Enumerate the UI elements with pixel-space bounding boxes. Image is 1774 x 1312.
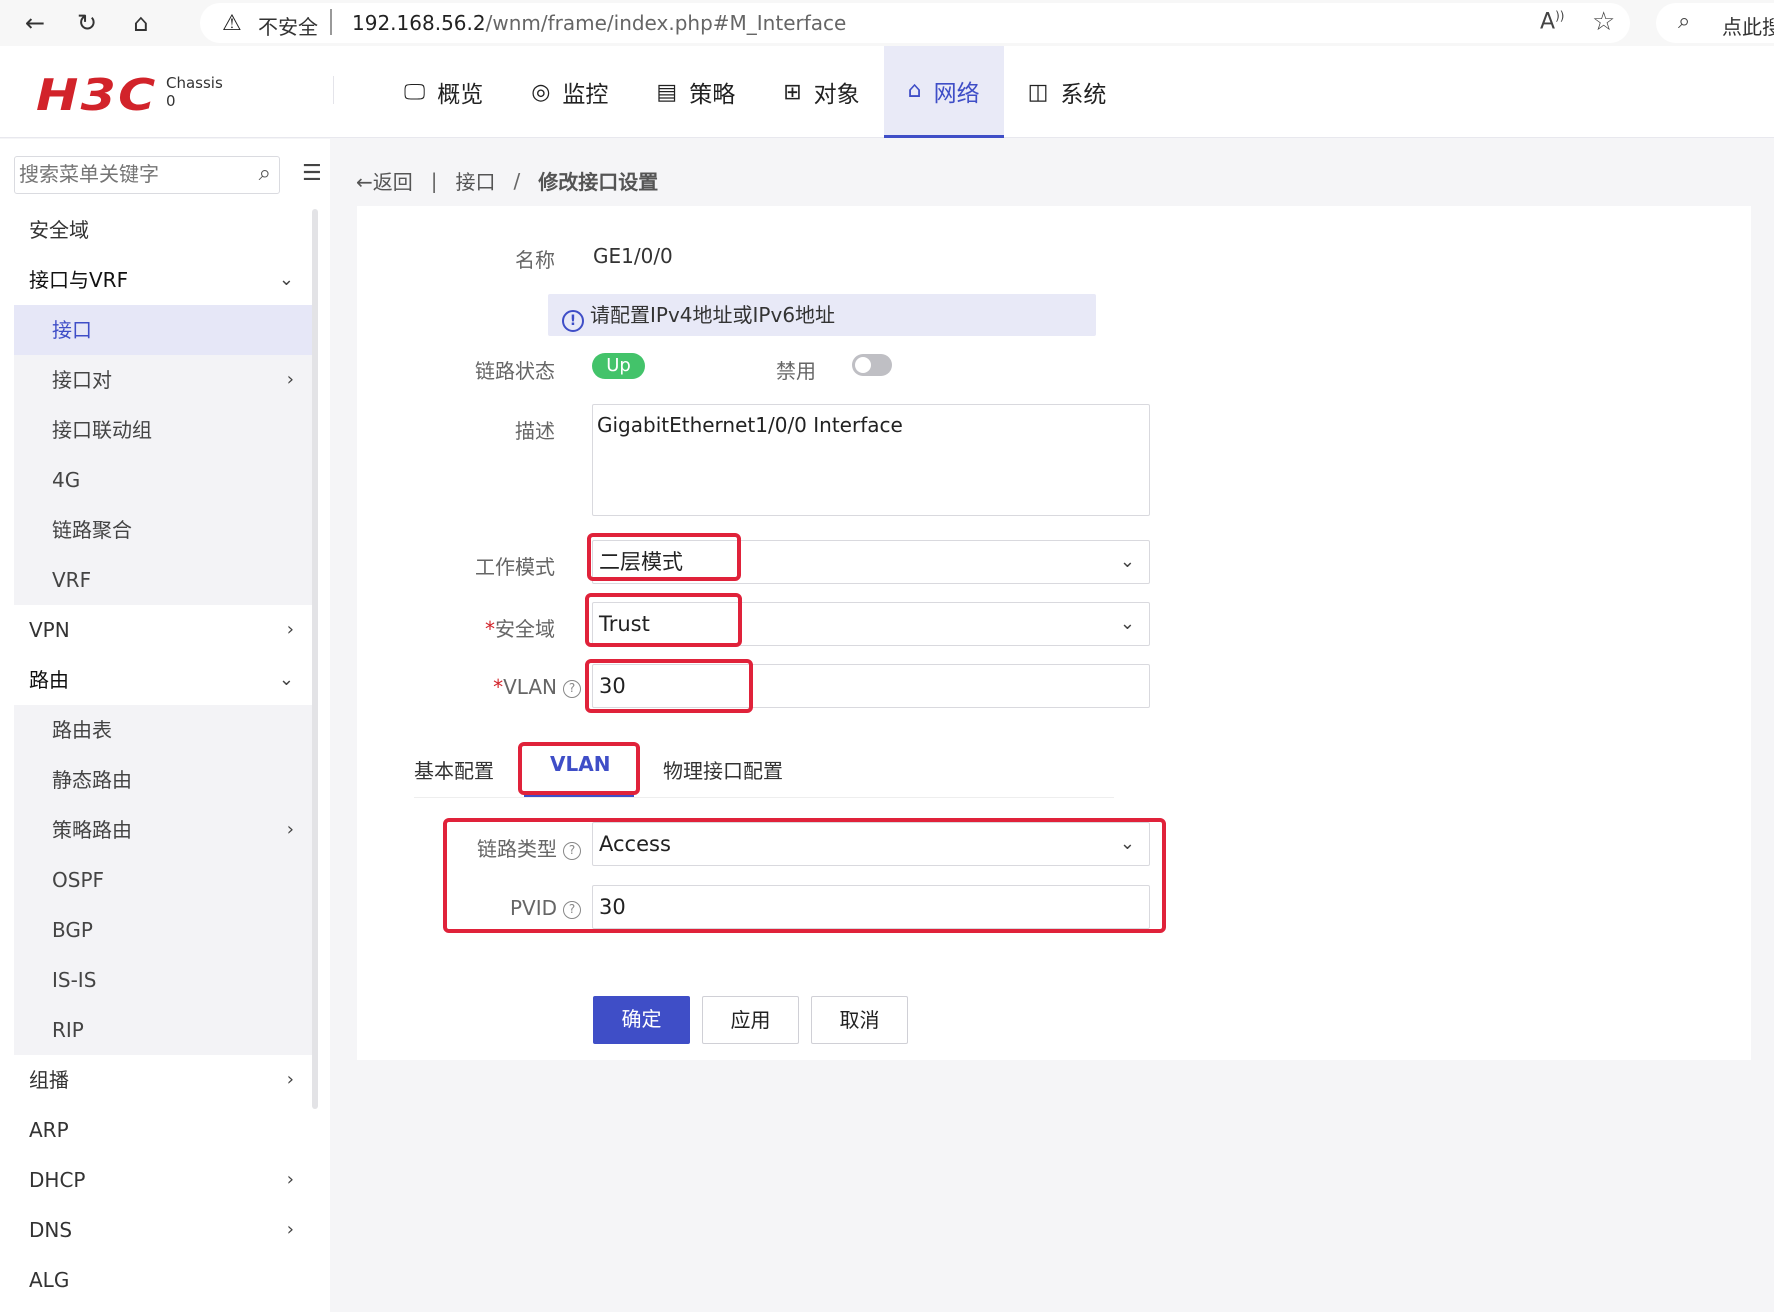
chevron-down-icon: ⌄ xyxy=(278,269,294,290)
back-link[interactable]: ←返回 xyxy=(356,166,413,195)
address-bar[interactable]: ⚠ 不安全 192.168.56.2/wnm/frame/index.php#M… xyxy=(200,3,1630,43)
highlight-security-zone xyxy=(585,593,742,647)
sidebar-item-link-aggregation[interactable]: 链路聚合 xyxy=(14,505,312,555)
menu-search-input[interactable] xyxy=(19,157,239,191)
sidebar-item-dns[interactable]: DNS › xyxy=(14,1205,312,1255)
h3c-logo: H3C xyxy=(36,70,158,121)
warning-icon: ⚠ xyxy=(222,11,242,36)
chevron-right-icon: › xyxy=(286,1169,294,1190)
favorite-star-icon[interactable]: ☆ xyxy=(1592,7,1615,37)
read-aloud-icon[interactable]: A)) xyxy=(1540,9,1564,34)
sidebar-item-arp[interactable]: ARP xyxy=(14,1105,312,1155)
sidebar-item-bgp[interactable]: BGP xyxy=(14,905,312,955)
sidebar-item-ospf[interactable]: OSPF xyxy=(14,855,312,905)
highlight-vlan-settings xyxy=(443,818,1166,933)
sidebar-item-security-zone[interactable]: 安全域 xyxy=(14,205,312,255)
highlight-work-mode xyxy=(587,533,741,581)
tab-basic-config[interactable]: 基本配置 xyxy=(414,755,494,784)
help-icon[interactable]: ? xyxy=(563,680,581,698)
nav-objects[interactable]: ⊞ 对象 xyxy=(759,46,883,138)
sidebar-item-interface-vrf[interactable]: 接口与VRF ⌄ xyxy=(14,255,312,305)
sidebar-item-is-is[interactable]: IS-IS xyxy=(14,955,312,1005)
nav-overview[interactable]: 🖵 概览 xyxy=(380,46,507,138)
search-icon[interactable]: ⌕ xyxy=(259,161,271,186)
sidebar-item-interface[interactable]: 接口 xyxy=(14,305,312,355)
sidebar-item-route-table[interactable]: 路由表 xyxy=(14,705,312,755)
nav-monitor[interactable]: ◎ 监控 xyxy=(507,46,632,138)
sidebar-item-alg[interactable]: ALG xyxy=(14,1255,312,1305)
highlight-vlan xyxy=(585,659,753,713)
nav-system[interactable]: ◫ 系统 xyxy=(1004,46,1131,138)
chevron-down-icon: ⌄ xyxy=(1119,551,1135,572)
highlight-vlan-tab xyxy=(518,742,640,795)
disable-toggle[interactable] xyxy=(852,354,892,376)
apply-button[interactable]: 应用 xyxy=(702,996,799,1044)
chevron-right-icon: › xyxy=(286,1219,294,1240)
breadcrumb: ←返回 | 接口 / 修改接口设置 xyxy=(356,166,658,195)
app-header: H3C Chassis 0 🖵 概览 ◎ 监控 ▤ 策略 ⊞ 对象 ⌂ 网络 ◫ 系统 xyxy=(0,46,1774,138)
collapse-menu-icon[interactable]: ☰ xyxy=(302,161,322,186)
name-value: GE1/0/0 xyxy=(593,244,673,268)
sidebar-item-routing[interactable]: 路由 ⌄ xyxy=(14,655,312,705)
monitor-icon: 🖵 xyxy=(404,79,426,105)
sidebar-item-interface-pair[interactable]: 接口对 › xyxy=(14,355,312,405)
chevron-right-icon: › xyxy=(286,619,294,640)
search-icon: ⌕ xyxy=(1678,9,1691,34)
clipboard-icon: ▤ xyxy=(656,79,678,105)
ok-button[interactable]: 确定 xyxy=(593,996,690,1044)
sidebar-item-4g[interactable]: 4G xyxy=(14,455,312,505)
sidebar-item-dhcp[interactable]: DHCP › xyxy=(14,1155,312,1205)
chevron-right-icon: › xyxy=(286,1069,294,1090)
system-icon: ◫ xyxy=(1027,79,1049,105)
url-text[interactable]: 192.168.56.2/wnm/frame/index.php#M_Inter… xyxy=(352,11,846,35)
address-separator xyxy=(330,9,332,35)
vlan-label: *VLAN? xyxy=(355,675,581,699)
cancel-button[interactable]: 取消 xyxy=(811,996,908,1044)
work-mode-label: 工作模式 xyxy=(475,555,555,579)
link-status-label: 链路状态 xyxy=(475,359,555,383)
network-icon: ⌂ xyxy=(907,78,922,103)
disable-label: 禁用 xyxy=(776,359,816,383)
description-textarea[interactable]: GigabitEthernet1/0/0 Interface xyxy=(592,404,1150,516)
sidebar-item-vrf[interactable]: VRF xyxy=(14,555,312,605)
sidebar-item-multicast[interactable]: 组播 › xyxy=(14,1055,312,1105)
tab-physical-config[interactable]: 物理接口配置 xyxy=(663,755,783,784)
menu-search: ⌕ xyxy=(14,156,280,194)
chevron-down-icon: ⌄ xyxy=(1119,613,1135,634)
nav-policy[interactable]: ▤ 策略 xyxy=(632,46,759,138)
chassis-info: Chassis 0 xyxy=(166,74,223,110)
nav-network[interactable]: ⌂ 网络 xyxy=(883,46,1004,138)
top-nav: 🖵 概览 ◎ 监控 ▤ 策略 ⊞ 对象 ⌂ 网络 ◫ 系统 xyxy=(380,46,1130,138)
description-label: 描述 xyxy=(515,419,555,443)
sidebar-item-static-route[interactable]: 静态路由 xyxy=(14,755,312,805)
insecure-label: 不安全 xyxy=(258,15,318,39)
sidebar-item-policy-route[interactable]: 策略路由 › xyxy=(14,805,312,855)
link-status-badge: Up xyxy=(592,353,645,379)
browser-search[interactable]: ⌕ 点此搜 xyxy=(1656,3,1774,43)
sidebar-item-rip[interactable]: RIP xyxy=(14,1005,312,1055)
browser-toolbar: ← ↻ ⌂ ⚠ 不安全 192.168.56.2/wnm/frame/index… xyxy=(0,0,1774,46)
reload-icon[interactable]: ↻ xyxy=(72,8,102,38)
sidebar: ⌕ ☰ 安全域 接口与VRF⌄ 接口 接口对› 接口联动组 4G 链路聚合 VR… xyxy=(0,139,330,1312)
sidebar-menu: 安全域 接口与VRF ⌄ 接口 接口对 › 接口联动组 4G 链路聚合 VRF VP… xyxy=(14,205,312,1305)
tab-divider xyxy=(414,797,1114,798)
chevron-right-icon: › xyxy=(286,819,294,840)
chevron-down-icon: ⌄ xyxy=(278,669,294,690)
info-icon: ! xyxy=(562,310,584,332)
sidebar-scrollbar[interactable] xyxy=(312,209,318,1109)
security-zone-label: *安全域 xyxy=(485,617,555,641)
sidebar-item-interface-link-group[interactable]: 接口联动组 xyxy=(14,405,312,455)
back-arrow-icon[interactable]: ← xyxy=(20,8,50,38)
grid-icon: ⊞ xyxy=(783,79,802,105)
target-icon: ◎ xyxy=(531,79,551,105)
sidebar-item-vpn[interactable]: VPN › xyxy=(14,605,312,655)
home-icon[interactable]: ⌂ xyxy=(126,8,156,38)
breadcrumb-current: 修改接口设置 xyxy=(538,170,659,194)
chevron-right-icon: › xyxy=(286,369,294,390)
name-label: 名称 xyxy=(515,248,555,272)
breadcrumb-interface[interactable]: 接口 xyxy=(456,166,496,195)
ip-notice: ! 请配置IPv4地址或IPv6地址 xyxy=(548,294,1096,336)
